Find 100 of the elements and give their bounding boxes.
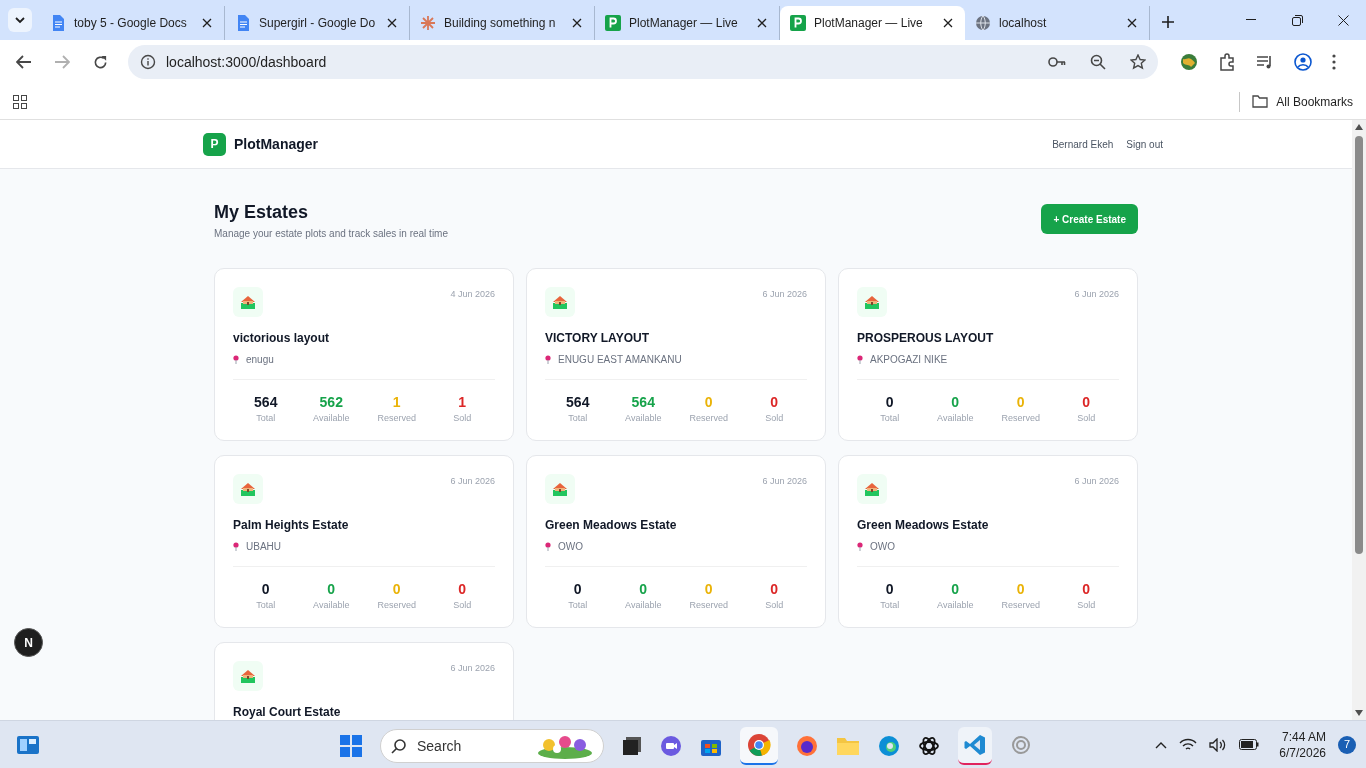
close-tab-icon[interactable]	[941, 16, 955, 30]
profile-icon[interactable]	[1294, 53, 1312, 71]
close-tab-icon[interactable]	[570, 16, 584, 30]
vscode-taskbar-button[interactable]	[958, 727, 992, 765]
sign-out-link[interactable]: Sign out	[1126, 136, 1163, 152]
scroll-up-icon[interactable]	[1355, 124, 1363, 130]
apps-grid-icon[interactable]	[13, 94, 27, 109]
letter-p-icon	[605, 15, 621, 31]
estate-card[interactable]: 6 Jun 2026 Green Meadows Estate OWO 0 Total 0 Available 0 Reserved 0 Sold	[838, 455, 1138, 628]
stat-value: 0	[639, 581, 648, 597]
start-icon[interactable]	[340, 735, 362, 757]
stat-value: 0	[885, 394, 894, 410]
address-bar[interactable]: localhost:3000/dashboard	[128, 45, 1158, 79]
estate-card[interactable]: 6 Jun 2026 VICTORY LAYOUT ENUGU EAST AMANKANU 564 Total 564 Available 0 Reserved 0 Sold	[526, 268, 826, 441]
scrollbar[interactable]	[1352, 120, 1366, 720]
stat-label: Sold	[1077, 412, 1096, 425]
estate-location: OWO	[870, 540, 895, 554]
sunburst-icon	[420, 15, 436, 31]
notification-badge[interactable]: 7	[1338, 735, 1356, 754]
estate-name: Royal Court Estate	[233, 704, 342, 720]
scroll-down-icon[interactable]	[1355, 710, 1363, 716]
house-icon	[545, 474, 575, 504]
stat-label: Available	[937, 412, 974, 425]
widgets-icon[interactable]	[16, 734, 40, 755]
task-view-icon[interactable]	[622, 736, 642, 756]
pin-icon	[545, 355, 551, 364]
chevron-up-icon[interactable]	[1155, 740, 1168, 749]
estate-location: AKPOGAZI NIKE	[870, 353, 948, 367]
volume-icon[interactable]	[1209, 737, 1228, 752]
edge-icon[interactable]	[878, 735, 900, 757]
stat-value: 0	[261, 581, 270, 597]
firefox-icon[interactable]	[796, 735, 818, 757]
media-control-icon[interactable]	[1256, 54, 1274, 70]
estate-card[interactable]: 6 Jun 2026 Green Meadows Estate OWO 0 Total 0 Available 0 Reserved 0 Sold	[526, 455, 826, 628]
stat-value: 0	[392, 581, 401, 597]
estate-name: Palm Heights Estate	[233, 517, 350, 534]
stat-label: Available	[313, 412, 350, 425]
restore-icon	[1291, 14, 1303, 26]
estate-location: enugu	[246, 353, 274, 367]
back-arrow-icon	[16, 55, 32, 69]
estate-date: 6 Jun 2026	[762, 288, 807, 301]
stat-value: 0	[770, 394, 779, 410]
chrome-taskbar-button[interactable]	[740, 727, 778, 765]
key-icon[interactable]	[1048, 56, 1066, 68]
forward-arrow-icon	[54, 55, 70, 69]
stat-label: Sold	[453, 599, 472, 612]
estate-location: ENUGU EAST AMANKANU	[558, 353, 682, 367]
search-icon	[391, 738, 407, 754]
close-tab-icon[interactable]	[1125, 16, 1139, 30]
knot-icon[interactable]	[918, 735, 940, 757]
estate-card[interactable]: 6 Jun 2026 Royal Court Estate	[214, 642, 514, 720]
dev-tools-badge[interactable]: N	[14, 628, 43, 657]
stat-value: 1	[458, 394, 467, 410]
all-bookmarks-button[interactable]: All Bookmarks	[1252, 92, 1353, 111]
battery-icon[interactable]	[1239, 739, 1260, 750]
more-menu-icon[interactable]	[1332, 54, 1336, 70]
extension-globe-icon[interactable]	[1180, 53, 1198, 71]
wifi-icon[interactable]	[1179, 737, 1198, 752]
stat-value: 0	[1016, 581, 1025, 597]
stat-label: Sold	[1077, 599, 1096, 612]
star-icon[interactable]	[1130, 54, 1146, 70]
estate-name: Green Meadows Estate	[545, 517, 678, 534]
browser-tab[interactable]: PlotManager — Live	[780, 6, 965, 40]
plus-icon	[1161, 15, 1175, 29]
stat-value: 564	[631, 394, 655, 410]
flowers-icon	[537, 733, 593, 759]
stat-value: 0	[1016, 394, 1025, 410]
estate-card[interactable]: 6 Jun 2026 PROSPEROUS LAYOUT AKPOGAZI NIKE 0 Total 0 Available 0 Reserved 0 Sold	[838, 268, 1138, 441]
stat-label: Available	[625, 599, 662, 612]
info-icon	[140, 54, 156, 70]
puzzle-icon[interactable]	[1218, 53, 1236, 71]
stat-label: Sold	[765, 599, 784, 612]
chevron-down-icon	[14, 14, 26, 26]
estate-date: 6 Jun 2026	[450, 662, 495, 675]
close-tab-icon[interactable]	[200, 16, 214, 30]
close-tab-icon[interactable]	[755, 16, 769, 30]
stat-label: Reserved	[377, 599, 416, 612]
stat-value: 0	[885, 581, 894, 597]
code-editor-icon	[964, 734, 986, 756]
stat-value: 0	[1082, 394, 1091, 410]
pin-icon	[545, 542, 551, 551]
estate-card[interactable]: 4 Jun 2026 victorious layout enugu 564 Total 562 Available 1 Reserved 1 Sold	[214, 268, 514, 441]
letter-p-icon	[790, 15, 806, 31]
pin-icon	[857, 542, 863, 551]
stat-label: Total	[880, 599, 900, 612]
tab-search-button[interactable]	[8, 8, 32, 32]
stat-value: 0	[704, 394, 713, 410]
url-text: localhost:3000/dashboard	[166, 52, 327, 72]
stat-value: 1	[392, 394, 401, 410]
taskbar-search-field[interactable]: Search	[380, 729, 604, 763]
zoom-icon[interactable]	[1090, 54, 1106, 70]
brand-name: PlotManager	[234, 134, 318, 154]
clock[interactable]: 7:44 AM 6/7/2026	[1279, 728, 1326, 761]
estate-location: OWO	[558, 540, 583, 554]
logo-badge: P	[203, 132, 226, 156]
estate-name: PROSPEROUS LAYOUT	[857, 330, 995, 347]
user-name: Bernard Ekeh	[1052, 137, 1114, 152]
estate-date: 6 Jun 2026	[1074, 475, 1119, 488]
close-tab-icon[interactable]	[385, 16, 399, 30]
estate-card[interactable]: 6 Jun 2026 Palm Heights Estate UBAHU 0 Total 0 Available 0 Reserved 0 Sold	[214, 455, 514, 628]
